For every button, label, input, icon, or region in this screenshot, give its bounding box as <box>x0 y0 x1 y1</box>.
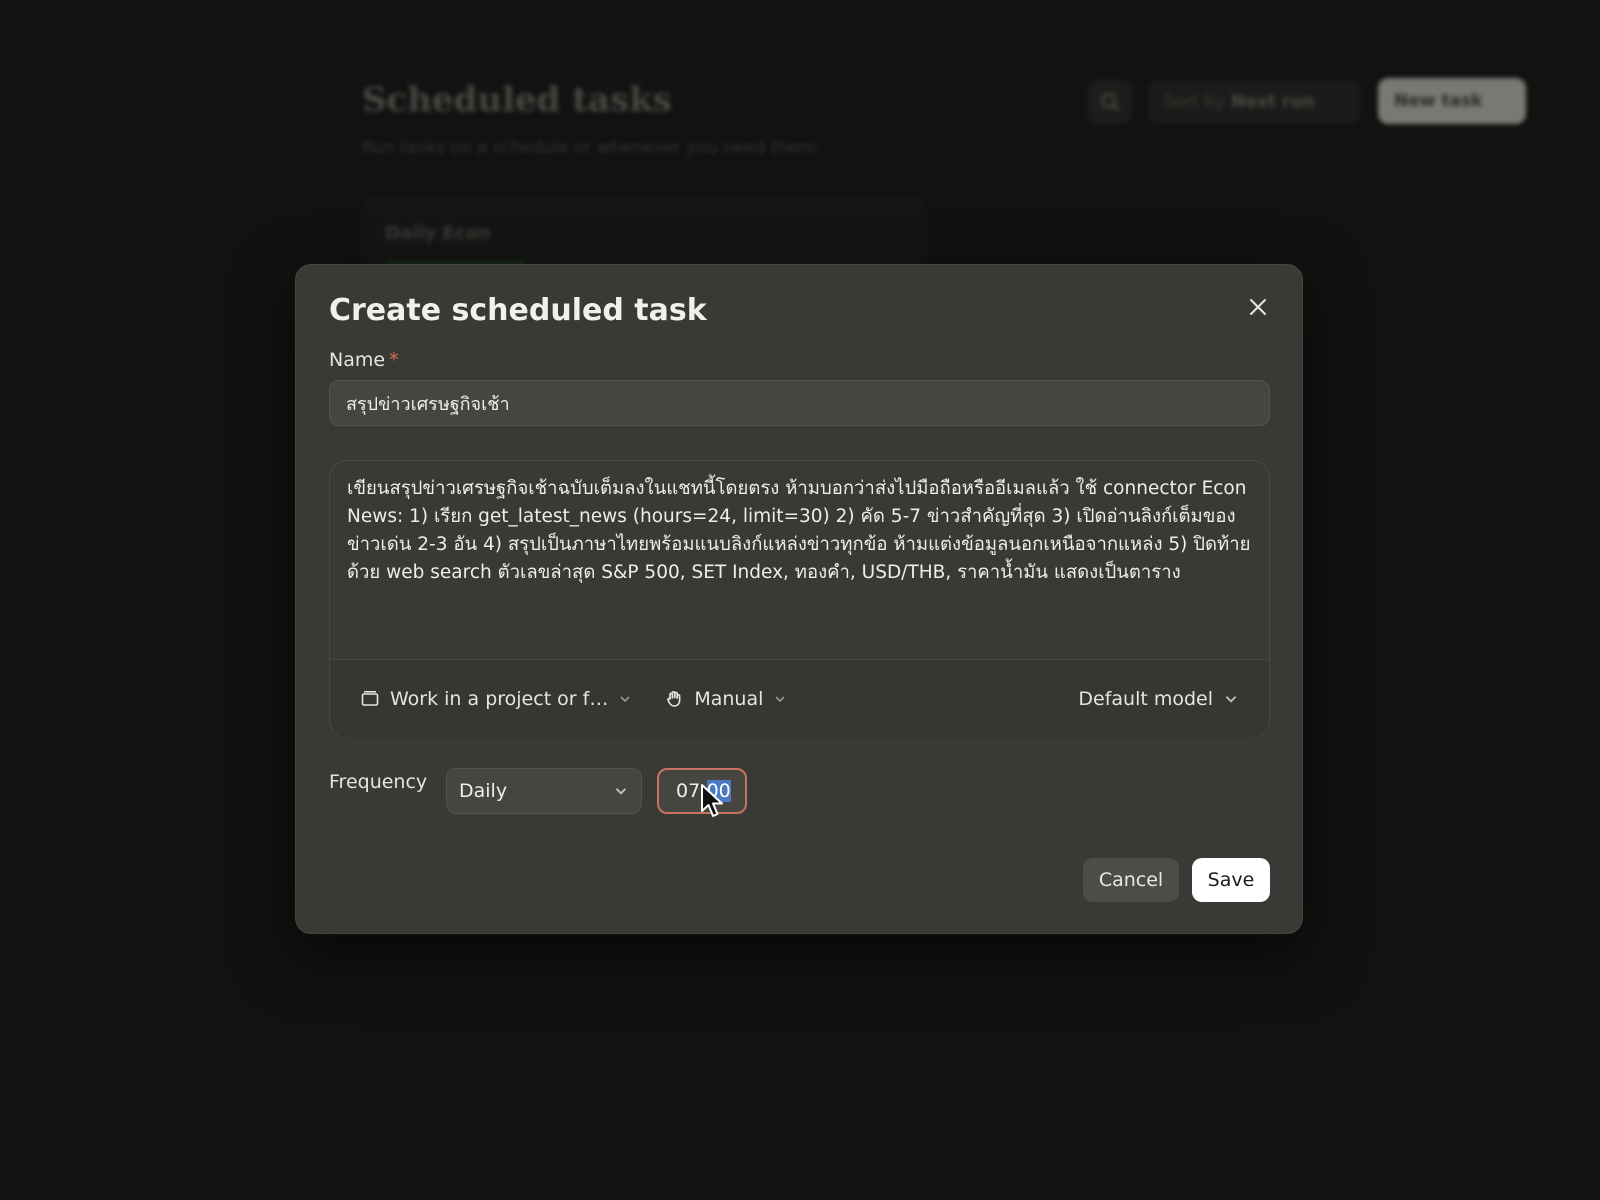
sort-dropdown[interactable]: Sort by Next run <box>1148 80 1360 124</box>
new-task-label: New task <box>1394 91 1483 111</box>
sort-prefix: Sort by <box>1164 92 1226 112</box>
project-folder-selector[interactable]: Work in a project or f… <box>360 688 632 710</box>
prompt-toolbar: Work in a project or f… Manual Default m… <box>330 660 1269 738</box>
cancel-button[interactable]: Cancel <box>1083 858 1179 902</box>
task-card-title: Daily Econ <box>385 223 491 244</box>
permission-label: Manual <box>694 688 764 710</box>
required-marker: * <box>389 349 399 371</box>
sort-value: Next run <box>1231 92 1315 112</box>
permission-selector[interactable]: Manual <box>664 688 787 710</box>
save-label: Save <box>1207 869 1255 891</box>
chevron-down-icon <box>775 696 785 703</box>
name-input-value: สรุปข่าวเศรษฐกิจเช้า <box>346 393 510 415</box>
prompt-textarea[interactable]: เขียนสรุปข่าวเศรษฐกิจเช้าฉบับเต็มลงในแชท… <box>347 475 1252 587</box>
page-subtitle: Run tasks on a schedule or whenever you … <box>362 138 821 158</box>
frequency-label: Frequency <box>329 771 428 793</box>
chevron-down-icon <box>1225 696 1237 703</box>
search-button[interactable] <box>1088 80 1132 124</box>
hand-icon <box>667 691 681 707</box>
time-hour: 07 <box>676 780 701 802</box>
new-task-button[interactable]: New task <box>1378 78 1526 124</box>
name-label-text: Name <box>329 349 386 371</box>
folder-icon <box>361 690 379 706</box>
chevron-down-icon <box>620 696 630 703</box>
mouse-cursor-icon <box>701 784 723 817</box>
dialog-title: Create scheduled task <box>329 293 707 328</box>
prompt-editor: เขียนสรุปข่าวเศรษฐกิจเช้าฉบับเต็มลงในแชท… <box>329 460 1270 738</box>
search-icon <box>1101 93 1119 111</box>
project-folder-label: Work in a project or f… <box>390 688 609 710</box>
close-button[interactable] <box>1244 293 1272 321</box>
chevron-down-icon <box>615 788 627 795</box>
frequency-select[interactable]: Daily <box>446 768 642 814</box>
close-icon <box>1250 299 1266 315</box>
name-label: Name * <box>329 349 399 371</box>
model-label: Default model <box>1078 688 1213 710</box>
model-selector[interactable]: Default model <box>1078 688 1239 710</box>
name-input[interactable]: สรุปข่าวเศรษฐกิจเช้า <box>329 380 1270 426</box>
create-task-dialog: Create scheduled task Name * สรุปข่าวเศรษ… <box>295 264 1303 934</box>
cancel-label: Cancel <box>1098 869 1164 891</box>
frequency-value: Daily <box>459 780 508 802</box>
page-title: Scheduled tasks <box>362 80 672 120</box>
save-button[interactable]: Save <box>1192 858 1270 902</box>
